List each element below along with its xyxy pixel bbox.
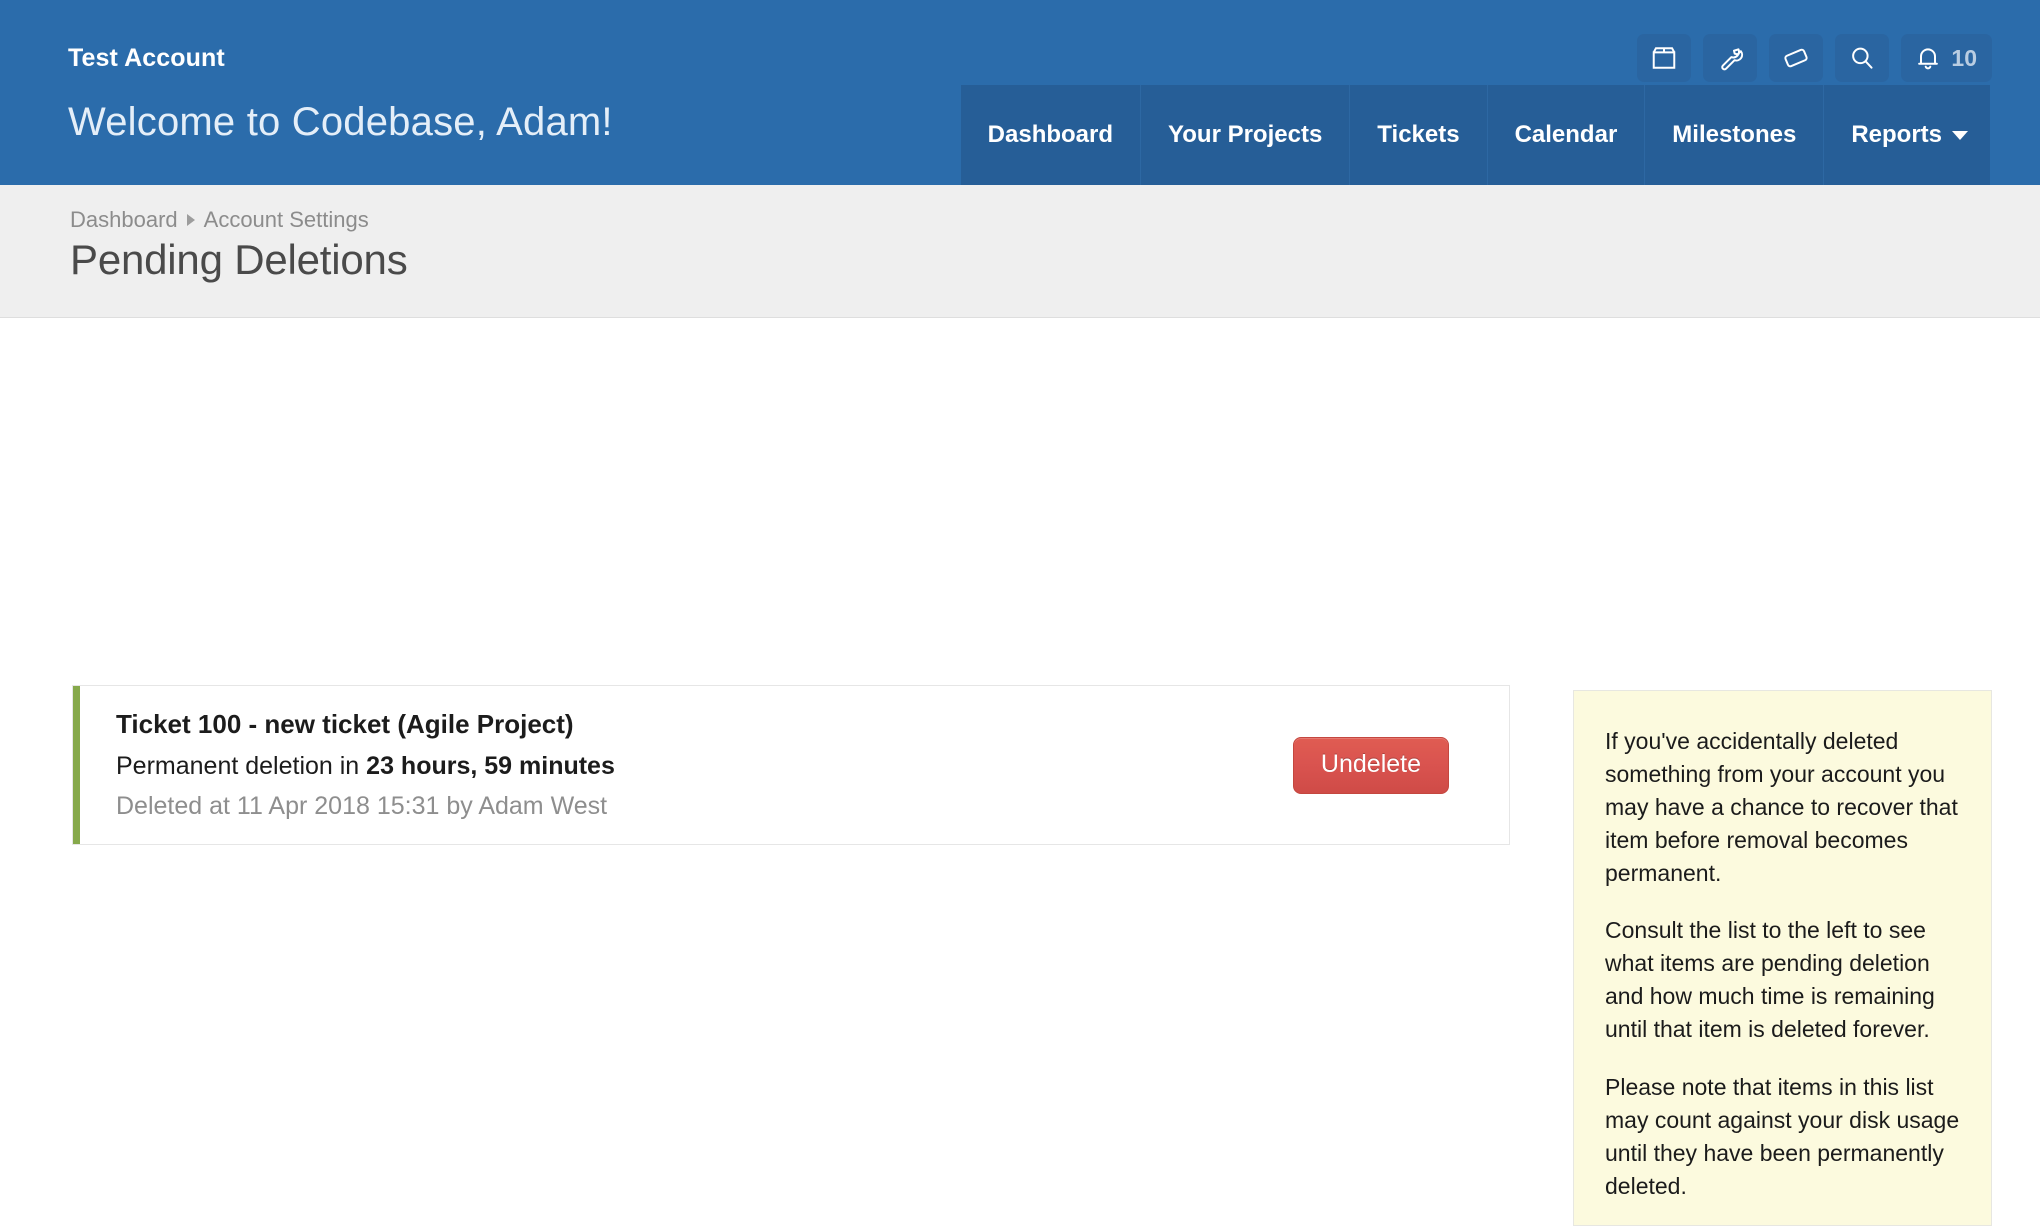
wrench-icon <box>1716 44 1744 72</box>
nav-item-dashboard[interactable]: Dashboard <box>961 85 1140 185</box>
wrench-icon-button[interactable] <box>1703 34 1758 82</box>
ticket-icon-button[interactable] <box>1769 34 1824 82</box>
bell-icon <box>1914 44 1942 72</box>
page-title: Pending Deletions <box>70 236 408 283</box>
breadcrumb: Dashboard Account Settings <box>70 207 369 233</box>
notification-count: 10 <box>1951 44 1977 71</box>
breadcrumb-separator-icon <box>186 214 195 226</box>
nav-label: Tickets <box>1377 121 1460 148</box>
pending-deletion-text: Ticket 100 - new ticket (Agile Project) … <box>116 709 1293 821</box>
nav-item-milestones[interactable]: Milestones <box>1644 85 1823 185</box>
notifications-button[interactable]: 10 <box>1901 34 1992 82</box>
app-header: Test Account Welcome to Codebase, Adam! <box>0 0 2040 185</box>
nav-item-your-projects[interactable]: Your Projects <box>1140 85 1349 185</box>
deletion-meta: Deleted at 11 Apr 2018 15:31 by Adam Wes… <box>116 792 608 820</box>
undelete-button[interactable]: Undelete <box>1292 736 1449 794</box>
deletion-countdown-prefix: Permanent deletion in <box>116 752 367 780</box>
nav-label: Your Projects <box>1168 121 1323 148</box>
status-accent-bar <box>73 686 80 844</box>
page-subheader: Dashboard Account Settings Pending Delet… <box>0 185 2040 318</box>
deletion-countdown-value: 23 hours, 59 minutes <box>366 752 615 780</box>
breadcrumb-item-dashboard[interactable]: Dashboard <box>70 207 178 233</box>
pending-deletion-body: Ticket 100 - new ticket (Agile Project) … <box>80 686 1509 844</box>
info-paragraph-1: If you've accidentally deleted something… <box>1605 728 1958 886</box>
account-name: Test Account <box>68 44 225 72</box>
info-paragraph-2: Consult the list to the left to see what… <box>1605 917 1935 1042</box>
box-icon <box>1650 44 1678 72</box>
info-panel: If you've accidentally deleted something… <box>1573 690 1992 1226</box>
nav-item-tickets[interactable]: Tickets <box>1349 85 1486 185</box>
nav-label: Reports <box>1851 121 1942 148</box>
nav-label: Calendar <box>1514 121 1618 148</box>
deletion-countdown: Permanent deletion in 23 hours, 59 minut… <box>116 752 1293 781</box>
pending-deletion-item: Ticket 100 - new ticket (Agile Project) … <box>72 685 1510 845</box>
header-icon-row: 10 <box>1637 34 1992 82</box>
main-content: Ticket 100 - new ticket (Agile Project) … <box>0 318 2040 1226</box>
deletion-item-title: Ticket 100 - new ticket (Agile Project) <box>116 709 574 739</box>
search-icon-button[interactable] <box>1835 34 1890 82</box>
box-icon-button[interactable] <box>1637 34 1692 82</box>
breadcrumb-item-account-settings[interactable]: Account Settings <box>204 207 369 233</box>
info-paragraph-3: Please note that items in this list may … <box>1605 1073 1960 1199</box>
welcome-message: Welcome to Codebase, Adam! <box>68 100 613 144</box>
nav-item-reports[interactable]: Reports <box>1823 85 1990 185</box>
chevron-down-icon <box>1952 130 1968 140</box>
search-icon <box>1848 44 1876 72</box>
nav-label: Dashboard <box>987 121 1114 148</box>
main-nav: Dashboard Your Projects Tickets Calendar… <box>960 85 1990 185</box>
ticket-icon <box>1782 44 1810 72</box>
nav-label: Milestones <box>1672 121 1797 148</box>
nav-item-calendar[interactable]: Calendar <box>1486 85 1645 185</box>
